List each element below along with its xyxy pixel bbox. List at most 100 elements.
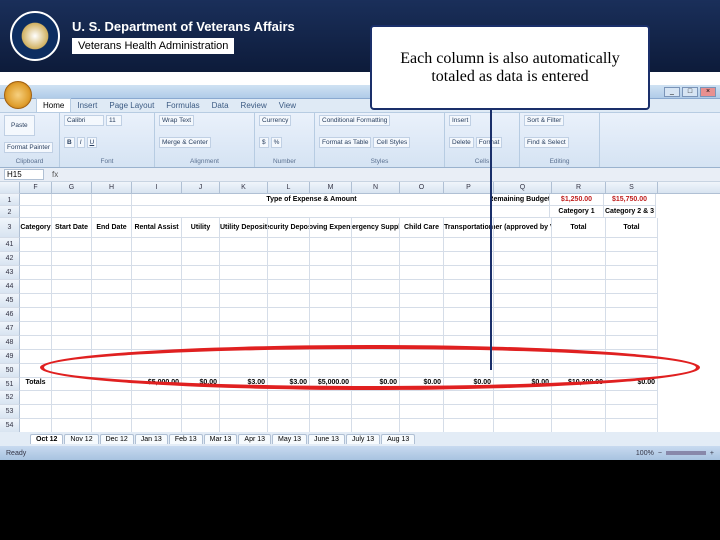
cell[interactable] xyxy=(494,252,552,266)
cell[interactable] xyxy=(52,280,92,294)
cell[interactable] xyxy=(552,280,606,294)
cell[interactable] xyxy=(494,266,552,280)
cell[interactable] xyxy=(182,350,220,364)
row-header[interactable]: 42 xyxy=(0,252,20,266)
cell[interactable] xyxy=(352,252,400,266)
cell[interactable] xyxy=(182,308,220,322)
cell[interactable] xyxy=(268,391,310,405)
cell[interactable] xyxy=(268,350,310,364)
cell[interactable] xyxy=(606,322,658,336)
col-N[interactable]: N xyxy=(352,182,400,193)
cell[interactable] xyxy=(92,266,132,280)
cell[interactable] xyxy=(400,322,444,336)
worksheet-grid[interactable]: 1 Type of Expense & Amount Remaining Bud… xyxy=(0,194,720,461)
cell[interactable] xyxy=(268,238,310,252)
cell[interactable] xyxy=(606,252,658,266)
cell[interactable] xyxy=(220,391,268,405)
close-button[interactable]: × xyxy=(700,87,716,97)
col-P[interactable]: P xyxy=(444,182,494,193)
cell[interactable] xyxy=(20,336,52,350)
cell[interactable] xyxy=(606,266,658,280)
cell[interactable] xyxy=(92,336,132,350)
cell[interactable] xyxy=(220,405,268,419)
cell[interactable] xyxy=(352,350,400,364)
cell[interactable] xyxy=(494,405,552,419)
cell[interactable] xyxy=(268,280,310,294)
cell[interactable] xyxy=(400,238,444,252)
cell[interactable] xyxy=(92,364,132,378)
cell[interactable] xyxy=(268,252,310,266)
cell[interactable] xyxy=(132,364,182,378)
row-header[interactable]: 51 xyxy=(0,378,20,391)
sheet-tab[interactable]: Dec 12 xyxy=(100,434,134,444)
cell[interactable] xyxy=(268,322,310,336)
merge-center-button[interactable]: Merge & Center xyxy=(159,137,211,148)
cell[interactable] xyxy=(400,391,444,405)
cell[interactable] xyxy=(220,419,268,433)
cell[interactable] xyxy=(52,336,92,350)
minimize-button[interactable]: _ xyxy=(664,87,680,97)
cell[interactable] xyxy=(552,322,606,336)
cell[interactable] xyxy=(268,266,310,280)
cell[interactable] xyxy=(268,364,310,378)
cell[interactable] xyxy=(352,280,400,294)
cell[interactable] xyxy=(310,322,352,336)
cell[interactable] xyxy=(444,391,494,405)
cell[interactable] xyxy=(444,280,494,294)
cell[interactable] xyxy=(606,280,658,294)
maximize-button[interactable]: □ xyxy=(682,87,698,97)
col-K[interactable]: K xyxy=(220,182,268,193)
sheet-tab[interactable]: Feb 13 xyxy=(169,434,203,444)
zoom-slider[interactable] xyxy=(666,451,706,455)
name-box[interactable]: H15 xyxy=(4,169,44,180)
row-header[interactable]: 44 xyxy=(0,280,20,294)
font-size-select[interactable]: 11 xyxy=(106,115,122,126)
cell[interactable] xyxy=(132,266,182,280)
cell[interactable] xyxy=(352,405,400,419)
cell[interactable] xyxy=(132,350,182,364)
cell[interactable] xyxy=(352,336,400,350)
cell[interactable] xyxy=(310,252,352,266)
cell[interactable] xyxy=(352,391,400,405)
insert-cells-button[interactable]: Insert xyxy=(449,115,471,126)
cell[interactable] xyxy=(494,294,552,308)
cell[interactable] xyxy=(444,238,494,252)
tab-formulas[interactable]: Formulas xyxy=(160,99,205,112)
cell[interactable] xyxy=(552,294,606,308)
cell[interactable] xyxy=(20,308,52,322)
zoom-out-button[interactable]: − xyxy=(658,450,662,457)
col-G[interactable]: G xyxy=(52,182,92,193)
cell[interactable] xyxy=(606,391,658,405)
cell[interactable] xyxy=(132,294,182,308)
cell[interactable] xyxy=(52,308,92,322)
zoom-in-button[interactable]: + xyxy=(710,450,714,457)
cell[interactable] xyxy=(220,364,268,378)
find-select-button[interactable]: Find & Select xyxy=(524,137,569,148)
cell[interactable] xyxy=(400,405,444,419)
row-header[interactable]: 53 xyxy=(0,405,20,419)
sheet-tab[interactable]: June 13 xyxy=(308,434,345,444)
cell[interactable] xyxy=(552,308,606,322)
tab-insert[interactable]: Insert xyxy=(71,99,103,112)
cell[interactable] xyxy=(444,322,494,336)
cell[interactable] xyxy=(494,391,552,405)
cell[interactable] xyxy=(310,419,352,433)
sheet-tab[interactable]: Mar 13 xyxy=(204,434,238,444)
cell[interactable] xyxy=(220,238,268,252)
cell[interactable] xyxy=(310,280,352,294)
number-format-select[interactable]: Currency xyxy=(259,115,291,126)
sheet-tab[interactable]: July 13 xyxy=(346,434,380,444)
cell[interactable] xyxy=(220,322,268,336)
row-header[interactable]: 41 xyxy=(0,238,20,252)
cell[interactable] xyxy=(352,308,400,322)
cell[interactable] xyxy=(52,350,92,364)
cell[interactable] xyxy=(132,419,182,433)
cell[interactable] xyxy=(552,405,606,419)
cell[interactable] xyxy=(92,405,132,419)
col-H[interactable]: H xyxy=(92,182,132,193)
row-header[interactable]: 43 xyxy=(0,266,20,280)
col-I[interactable]: I xyxy=(132,182,182,193)
cell[interactable] xyxy=(310,350,352,364)
col-L[interactable]: L xyxy=(268,182,310,193)
sheet-tab[interactable]: Nov 12 xyxy=(64,434,98,444)
